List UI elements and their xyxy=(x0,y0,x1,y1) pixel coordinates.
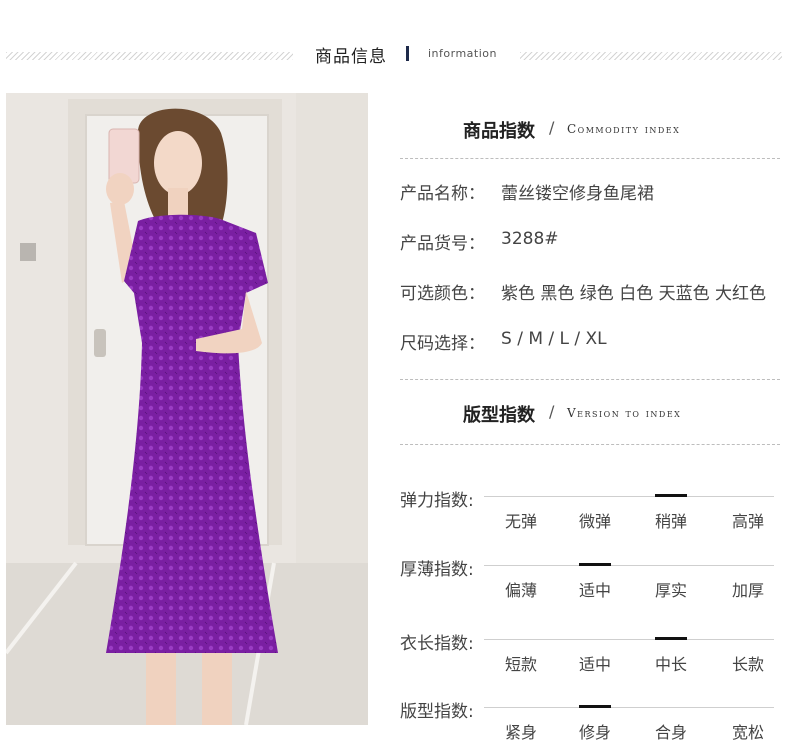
index-scale-line xyxy=(484,496,774,497)
index-option: 高弹 xyxy=(731,512,764,531)
index-option: 中长 xyxy=(654,655,687,674)
index-selected-marker xyxy=(579,563,611,566)
index-scale-line xyxy=(484,639,774,640)
divider xyxy=(400,379,780,380)
index-selected-marker xyxy=(655,494,687,497)
header-subtitle: information xyxy=(428,47,497,60)
index-option: 合身 xyxy=(654,723,687,742)
index-selected-marker xyxy=(579,705,611,708)
index-option: 加厚 xyxy=(731,581,764,600)
divider xyxy=(400,158,780,159)
index-label: 衣长指数: xyxy=(400,634,474,654)
index-label: 弹力指数: xyxy=(400,491,474,511)
index-option: 稍弹 xyxy=(654,512,687,531)
product-name-value: 蕾丝镂空修身鱼尾裙 xyxy=(501,184,654,204)
header-divider xyxy=(406,46,409,61)
header-hatch-left xyxy=(6,52,293,60)
index-scale-line xyxy=(484,565,774,566)
color-options-label: 可选颜色： xyxy=(400,284,485,304)
index-option: 无弹 xyxy=(504,512,537,531)
size-options-value: S / M / L / XL xyxy=(501,329,607,349)
index-option: 长款 xyxy=(731,655,764,674)
index-option: 厚实 xyxy=(654,581,687,600)
product-code-value: 3288# xyxy=(501,229,559,249)
index-option: 紧身 xyxy=(504,723,537,742)
commodity-index-slash: / xyxy=(549,118,555,137)
product-photo xyxy=(6,93,368,725)
index-option: 适中 xyxy=(578,581,611,600)
index-label: 厚薄指数: xyxy=(400,560,474,580)
index-scale-line xyxy=(484,707,774,708)
header-hatch-right xyxy=(520,52,782,60)
index-option: 宽松 xyxy=(731,723,764,742)
product-name-label: 产品名称： xyxy=(400,184,485,204)
index-option: 偏薄 xyxy=(504,581,537,600)
index-option: 修身 xyxy=(578,723,611,742)
version-index-subtitle: Version to index xyxy=(567,406,682,420)
version-index-slash: / xyxy=(549,402,555,421)
size-options-label: 尺码选择： xyxy=(400,334,485,354)
divider xyxy=(400,444,780,445)
header-title: 商品信息 xyxy=(315,47,387,67)
index-option: 微弹 xyxy=(578,512,611,531)
product-code-label: 产品货号： xyxy=(400,234,485,254)
version-index-title: 版型指数 xyxy=(463,405,535,426)
index-label: 版型指数: xyxy=(400,702,474,722)
color-options-value: 紫色 黑色 绿色 白色 天蓝色 大红色 xyxy=(501,284,767,304)
commodity-index-title: 商品指数 xyxy=(463,121,535,142)
index-option: 短款 xyxy=(504,655,537,674)
commodity-index-subtitle: Commodity index xyxy=(567,122,681,136)
index-selected-marker xyxy=(655,637,687,640)
index-option: 适中 xyxy=(578,655,611,674)
